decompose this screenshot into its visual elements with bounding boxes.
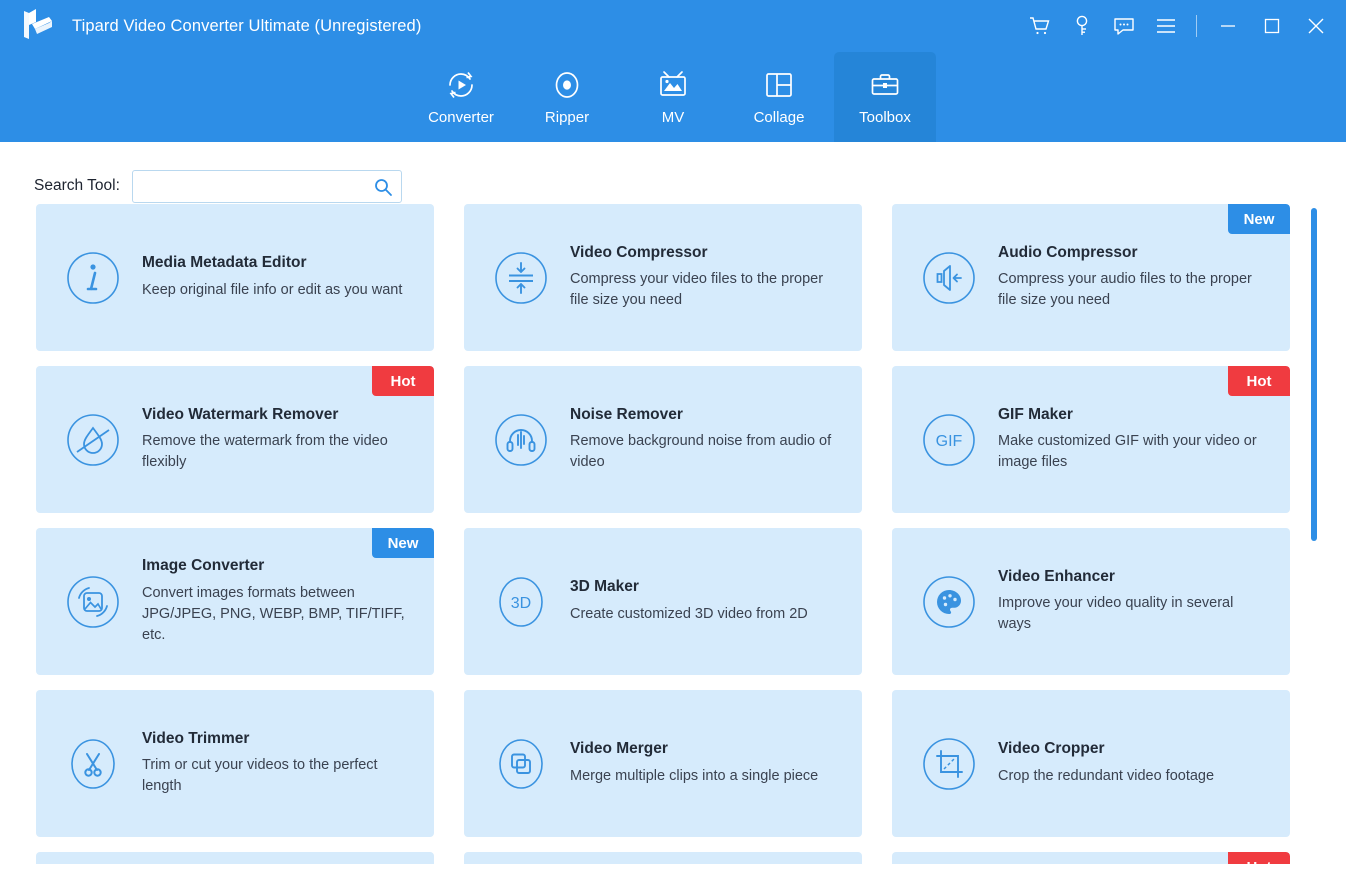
tab-toolbox[interactable]: Toolbox bbox=[834, 52, 936, 142]
audio-compress-icon bbox=[918, 247, 980, 309]
menu-icon[interactable] bbox=[1145, 6, 1187, 46]
watermark-remove-icon bbox=[62, 409, 124, 471]
tool-card-partial-1[interactable] bbox=[36, 852, 434, 864]
tab-label: MV bbox=[662, 109, 685, 126]
tool-title: Noise Remover bbox=[570, 406, 840, 425]
key-icon[interactable] bbox=[1061, 6, 1103, 46]
image-convert-icon bbox=[62, 571, 124, 633]
tool-title: Video Compressor bbox=[570, 244, 840, 263]
search-bar: Search Tool: bbox=[0, 142, 1346, 204]
tool-card-media-metadata-editor[interactable]: Media Metadata Editor Keep original file… bbox=[36, 204, 434, 351]
tab-ripper[interactable]: Ripper bbox=[516, 52, 618, 142]
search-box[interactable] bbox=[132, 170, 402, 203]
headphones-icon bbox=[490, 409, 552, 471]
tools-grid: Media Metadata Editor Keep original file… bbox=[36, 204, 1312, 864]
gif-icon: GIF bbox=[918, 409, 980, 471]
tool-desc: Remove the watermark from the video flex… bbox=[142, 431, 412, 473]
info-circle-icon bbox=[62, 247, 124, 309]
close-icon[interactable] bbox=[1294, 6, 1338, 46]
status-badge: New bbox=[1228, 204, 1290, 234]
main-nav: Converter Ripper MV Col bbox=[0, 52, 1346, 142]
tool-card-partial-3[interactable]: Hot bbox=[892, 852, 1290, 864]
tool-card-video-watermark-remover[interactable]: Hot Video Watermark Remover Remove the w… bbox=[36, 366, 434, 513]
tool-card-image-converter[interactable]: New Image Converter Convert images forma… bbox=[36, 528, 434, 675]
collage-icon bbox=[762, 68, 796, 102]
tool-card-audio-compressor[interactable]: New Audio Compressor Compress your audio… bbox=[892, 204, 1290, 351]
tab-collage[interactable]: Collage bbox=[728, 52, 830, 142]
tool-desc: Convert images formats between JPG/JPEG,… bbox=[142, 583, 412, 646]
tool-title: GIF Maker bbox=[998, 406, 1268, 425]
tool-card-video-merger[interactable]: Video Merger Merge multiple clips into a… bbox=[464, 690, 862, 837]
tool-title: Audio Compressor bbox=[998, 244, 1268, 263]
tab-mv[interactable]: MV bbox=[622, 52, 724, 142]
minimize-icon[interactable] bbox=[1206, 6, 1250, 46]
merge-icon bbox=[490, 733, 552, 795]
status-badge: New bbox=[372, 528, 434, 558]
maximize-icon[interactable] bbox=[1250, 6, 1294, 46]
tool-title: Video Trimmer bbox=[142, 730, 412, 749]
tool-title: Video Enhancer bbox=[998, 568, 1268, 587]
tool-desc: Create customized 3D video from 2D bbox=[570, 604, 840, 625]
tool-title: Image Converter bbox=[142, 557, 412, 576]
status-badge: Hot bbox=[1228, 852, 1290, 864]
title-bar: Tipard Video Converter Ultimate (Unregis… bbox=[0, 0, 1346, 52]
toolbox-icon bbox=[868, 68, 902, 102]
tipard-logo-icon bbox=[16, 7, 56, 45]
svg-text:GIF: GIF bbox=[936, 433, 963, 450]
tools-grid-viewport: Media Metadata Editor Keep original file… bbox=[0, 204, 1346, 864]
tool-desc: Trim or cut your videos to the perfect l… bbox=[142, 755, 412, 797]
tool-desc: Keep original file info or edit as you w… bbox=[142, 280, 412, 301]
tool-title: Video Cropper bbox=[998, 740, 1268, 759]
app-title: Tipard Video Converter Ultimate (Unregis… bbox=[72, 17, 421, 36]
tool-title: Video Merger bbox=[570, 740, 840, 759]
tool-card-partial-2[interactable] bbox=[464, 852, 862, 864]
tab-label: Converter bbox=[428, 109, 494, 126]
tool-title: Media Metadata Editor bbox=[142, 254, 412, 273]
tab-converter[interactable]: Converter bbox=[410, 52, 512, 142]
tool-title: 3D Maker bbox=[570, 578, 840, 597]
tool-card-video-compressor[interactable]: Video Compressor Compress your video fil… bbox=[464, 204, 862, 351]
status-badge: Hot bbox=[372, 366, 434, 396]
tab-label: Ripper bbox=[545, 109, 589, 126]
tool-desc: Make customized GIF with your video or i… bbox=[998, 431, 1268, 473]
crop-icon bbox=[918, 733, 980, 795]
scrollbar-thumb[interactable] bbox=[1311, 208, 1317, 541]
palette-icon bbox=[918, 571, 980, 633]
cart-icon[interactable] bbox=[1019, 6, 1061, 46]
svg-text:3D: 3D bbox=[511, 595, 531, 612]
scissors-icon bbox=[62, 733, 124, 795]
tool-card-video-enhancer[interactable]: Video Enhancer Improve your video qualit… bbox=[892, 528, 1290, 675]
mv-icon bbox=[656, 68, 690, 102]
tool-desc: Compress your audio files to the proper … bbox=[998, 269, 1268, 311]
tool-card-noise-remover[interactable]: Noise Remover Remove background noise fr… bbox=[464, 366, 862, 513]
toolbox-content: Search Tool: bbox=[0, 142, 1346, 875]
controls-divider bbox=[1196, 15, 1197, 37]
tool-card-video-cropper[interactable]: Video Cropper Crop the redundant video f… bbox=[892, 690, 1290, 837]
tool-desc: Merge multiple clips into a single piece bbox=[570, 766, 840, 787]
tool-desc: Improve your video quality in several wa… bbox=[998, 593, 1268, 635]
three-d-icon: 3D bbox=[490, 571, 552, 633]
scrollbar[interactable] bbox=[1311, 208, 1317, 863]
window-controls bbox=[1019, 0, 1338, 52]
chat-icon[interactable] bbox=[1103, 6, 1145, 46]
status-badge: Hot bbox=[1228, 366, 1290, 396]
video-compress-icon bbox=[490, 247, 552, 309]
search-icon[interactable] bbox=[373, 177, 393, 202]
tab-label: Toolbox bbox=[859, 109, 911, 126]
tool-desc: Compress your video files to the proper … bbox=[570, 269, 840, 311]
ripper-icon bbox=[550, 68, 584, 102]
converter-icon bbox=[444, 68, 478, 102]
search-label: Search Tool: bbox=[34, 177, 120, 195]
tool-desc: Crop the redundant video footage bbox=[998, 766, 1268, 787]
tool-title: Video Watermark Remover bbox=[142, 406, 412, 425]
tool-card-3d-maker[interactable]: 3D 3D Maker Create customized 3D video f… bbox=[464, 528, 862, 675]
tool-card-video-trimmer[interactable]: Video Trimmer Trim or cut your videos to… bbox=[36, 690, 434, 837]
tool-card-gif-maker[interactable]: Hot GIF GIF Maker Make customized GIF wi… bbox=[892, 366, 1290, 513]
search-input[interactable] bbox=[133, 171, 361, 202]
tab-label: Collage bbox=[754, 109, 805, 126]
tool-desc: Remove background noise from audio of vi… bbox=[570, 431, 840, 473]
